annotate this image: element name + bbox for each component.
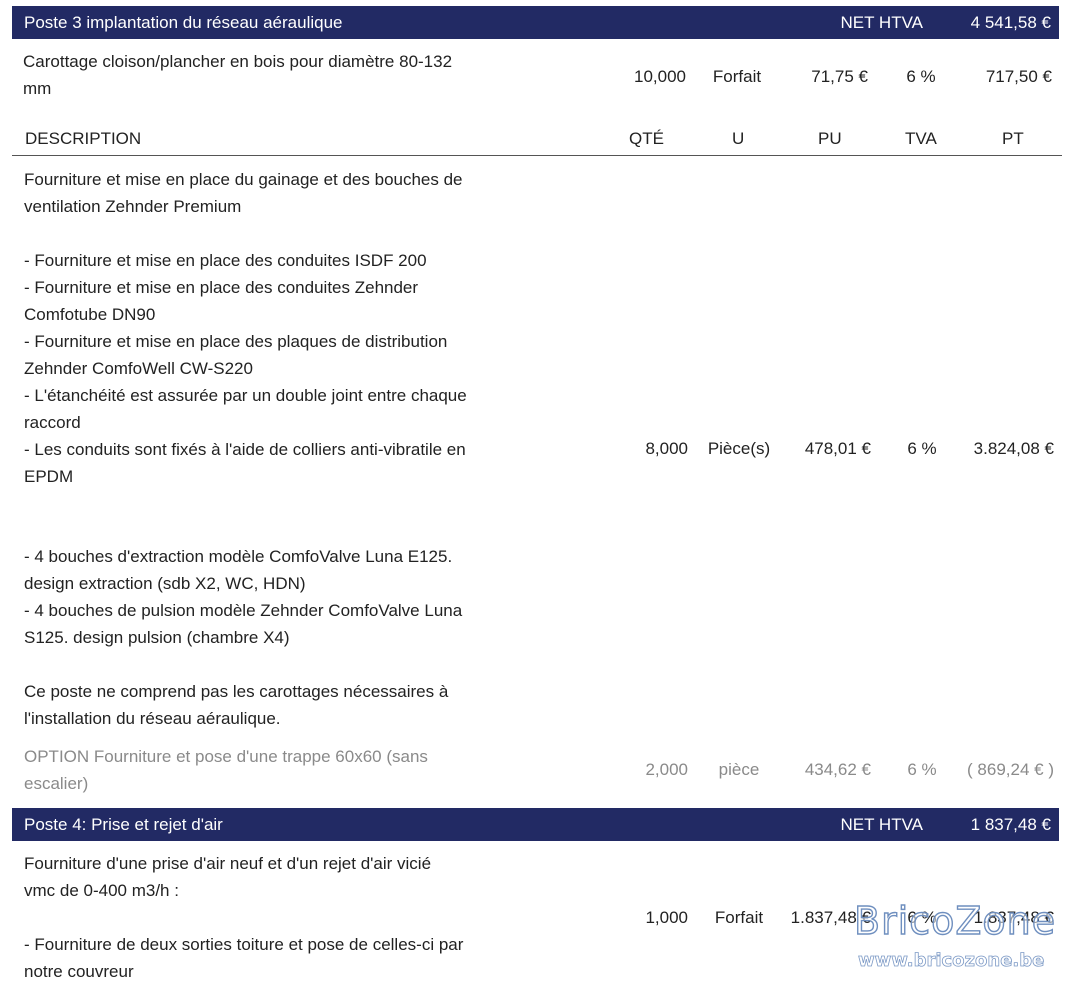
section-title: Poste 4: Prise et rejet d'air (24, 815, 223, 834)
row-description: Carottage cloison/plancher en bois pour … (23, 52, 453, 98)
row-description: OPTION Fourniture et pose d'une trappe 6… (24, 747, 428, 793)
col-header-description: DESCRIPTION (25, 129, 142, 148)
net-htva-label: NET HTVA (840, 815, 924, 834)
row-pt: 3.824,08 € (973, 439, 1054, 458)
section-total: 1 837,48 € (970, 815, 1051, 834)
row-unit: Pièce(s) (707, 439, 771, 458)
net-htva-label: NET HTVA (840, 13, 924, 32)
row-qty: 10,000 (634, 67, 686, 86)
section-title: Poste 3 implantation du réseau aérauliqu… (24, 13, 343, 32)
col-header-pt: PT (1002, 129, 1024, 148)
col-header-unit: U (732, 129, 745, 148)
row-description: Fourniture d'une prise d'air neuf et d'u… (24, 854, 464, 981)
row-qty: 2,000 (645, 760, 688, 779)
header-divider (12, 155, 1062, 156)
watermark-url: www.bricozone.be (858, 950, 1045, 972)
row-pu: 71,75 € (811, 67, 868, 86)
section-header-poste4: Poste 4: Prise et rejet d'air NET HTVA 1… (12, 808, 1059, 841)
watermark-logo: BricoZone (853, 898, 1057, 943)
row-pt: ( 869,24 € ) (967, 760, 1054, 779)
row-description: Fourniture et mise en place du gainage e… (24, 170, 467, 486)
col-header-tva: TVA (905, 129, 937, 148)
row-tva: 6 % (907, 760, 937, 779)
row-tva: 6 % (906, 67, 936, 86)
section-header-poste3: Poste 3 implantation du réseau aérauliqu… (12, 6, 1059, 39)
row-pt: 717,50 € (985, 67, 1052, 86)
row-qty: 1,000 (645, 908, 688, 927)
row-description-continued: - 4 bouches d'extraction modèle ComfoVal… (24, 547, 463, 728)
col-header-qty: QTÉ (629, 129, 664, 148)
row-unit: pièce (718, 760, 760, 779)
row-unit: Forfait (712, 67, 762, 86)
row-unit: Forfait (714, 908, 764, 927)
section-total: 4 541,58 € (970, 13, 1051, 32)
col-header-pu: PU (818, 129, 842, 148)
row-pu: 434,62 € (804, 760, 871, 779)
row-qty: 8,000 (645, 439, 688, 458)
row-tva: 6 % (907, 439, 937, 458)
row-pu: 478,01 € (804, 439, 871, 458)
